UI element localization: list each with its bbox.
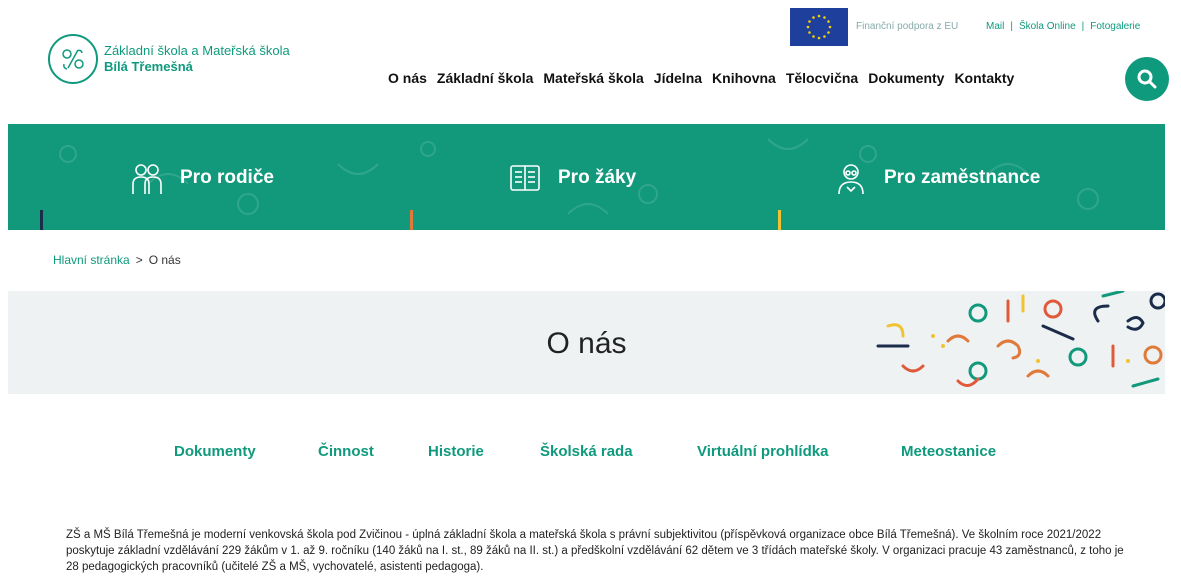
page-title-band: O nás <box>8 291 1165 394</box>
breadcrumb-home[interactable]: Hlavní stránka <box>53 253 130 267</box>
search-button[interactable] <box>1125 57 1169 101</box>
banner-link-pro-zamestnance[interactable]: Pro zaměstnance <box>834 161 1040 195</box>
nav-item-dokumenty[interactable]: Dokumenty <box>868 70 944 86</box>
subnav-historie[interactable]: Historie <box>428 443 484 460</box>
nav-item-zakladni-skola[interactable]: Základní škola <box>437 70 533 86</box>
toplink-fotogalerie[interactable]: Fotogalerie <box>1090 21 1140 32</box>
top-links: Mail | Škola Online | Fotogalerie <box>986 21 1140 32</box>
eu-flag-icon[interactable] <box>790 8 848 46</box>
toplink-skola-online[interactable]: Škola Online <box>1019 21 1076 32</box>
breadcrumb: Hlavní stránka > O nás <box>53 253 181 267</box>
audience-banner: Pro rodiče Pro žáky Pro zaměstnance <box>8 124 1165 230</box>
intro-paragraph: ZŠ a MŠ Bílá Třemešná je moderní venkovs… <box>66 528 1124 573</box>
subnav-skolska-rada[interactable]: Školská rada <box>540 443 633 460</box>
logo-school-name: Základní škola a Mateřská škola <box>104 43 290 58</box>
nav-item-materska-skola[interactable]: Mateřská škola <box>543 70 643 86</box>
search-icon <box>1137 69 1157 89</box>
divider: | <box>1010 21 1013 32</box>
subnav-virtualni-prohlidka[interactable]: Virtuální prohlídka <box>697 443 828 460</box>
banner-label: Pro zaměstnance <box>884 167 1041 188</box>
site-logo[interactable]: Základní škola a Mateřská škola Bílá Tře… <box>48 34 290 84</box>
logo-village-name: Bílá Třemešná <box>104 59 193 74</box>
banner-label: Pro rodiče <box>180 167 274 188</box>
decorative-doodles <box>876 291 1165 388</box>
parents-icon <box>132 164 162 194</box>
subnav-meteostanice[interactable]: Meteostanice <box>901 443 996 460</box>
divider: | <box>1081 21 1085 32</box>
subnav-cinnost[interactable]: Činnost <box>318 443 374 460</box>
nav-item-o-nas[interactable]: O nás <box>388 70 427 86</box>
school-emblem-icon <box>48 34 98 84</box>
banner-accent-dark <box>40 210 43 230</box>
subnav-dokumenty[interactable]: Dokumenty <box>174 443 256 460</box>
main-navigation: O nás Základní škola Mateřská škola Jíde… <box>388 70 1024 86</box>
nav-item-telocvicna[interactable]: Tělocvična <box>786 70 858 86</box>
banner-label: Pro žáky <box>558 167 637 188</box>
nav-item-kontakty[interactable]: Kontakty <box>954 70 1014 86</box>
nav-item-jidelna[interactable]: Jídelna <box>654 70 702 86</box>
banner-link-pro-rodice[interactable]: Pro rodiče <box>130 161 274 195</box>
banner-link-pro-zaky[interactable]: Pro žáky <box>508 161 636 195</box>
breadcrumb-separator: > <box>135 253 143 267</box>
nav-item-knihovna[interactable]: Knihovna <box>712 70 776 86</box>
eu-funding-link[interactable]: Finanční podpora z EU <box>856 21 958 32</box>
banner-accent-yellow <box>778 210 781 230</box>
toplink-mail[interactable]: Mail <box>986 21 1004 32</box>
banner-accent-orange <box>410 210 413 230</box>
teacher-icon <box>838 164 864 195</box>
book-icon <box>510 165 540 191</box>
breadcrumb-current: O nás <box>148 253 181 267</box>
